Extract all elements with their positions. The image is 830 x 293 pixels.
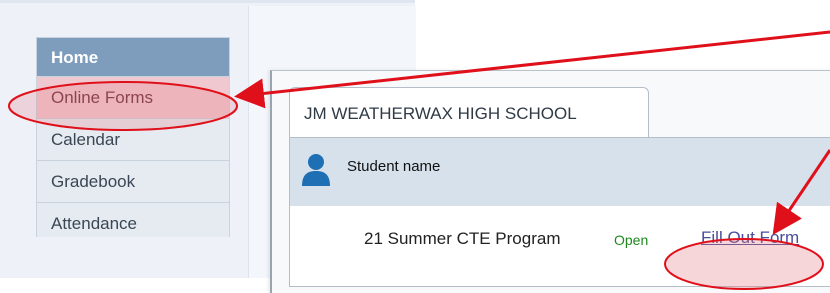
form-status: Open — [614, 232, 649, 248]
sidebar-item-home[interactable]: Home — [36, 37, 230, 77]
sidebar-item-calendar[interactable]: Calendar — [36, 119, 230, 161]
sidebar-item-attendance[interactable]: Attendance — [36, 203, 230, 237]
form-name: 21 Summer CTE Program — [364, 229, 561, 248]
sidebar-menu: Home Online Forms Calendar Gradebook Att… — [36, 37, 230, 237]
online-forms-screenshot: JM WEATHERWAX HIGH SCHOOL Student name 2… — [270, 70, 830, 293]
sidebar-item-gradebook[interactable]: Gradebook — [36, 161, 230, 203]
forms-content: Student name 21 Summer CTE Program Open … — [289, 137, 830, 287]
user-icon — [302, 154, 330, 186]
fill-out-form-link[interactable]: Fill Out Form — [701, 228, 799, 248]
form-row: 21 Summer CTE Program Open Fill Out Form — [290, 206, 830, 276]
student-header: Student name — [290, 138, 830, 206]
sidebar-item-online-forms[interactable]: Online Forms — [36, 77, 230, 119]
school-tab[interactable]: JM WEATHERWAX HIGH SCHOOL — [289, 87, 649, 137]
student-name: Student name — [347, 158, 441, 175]
